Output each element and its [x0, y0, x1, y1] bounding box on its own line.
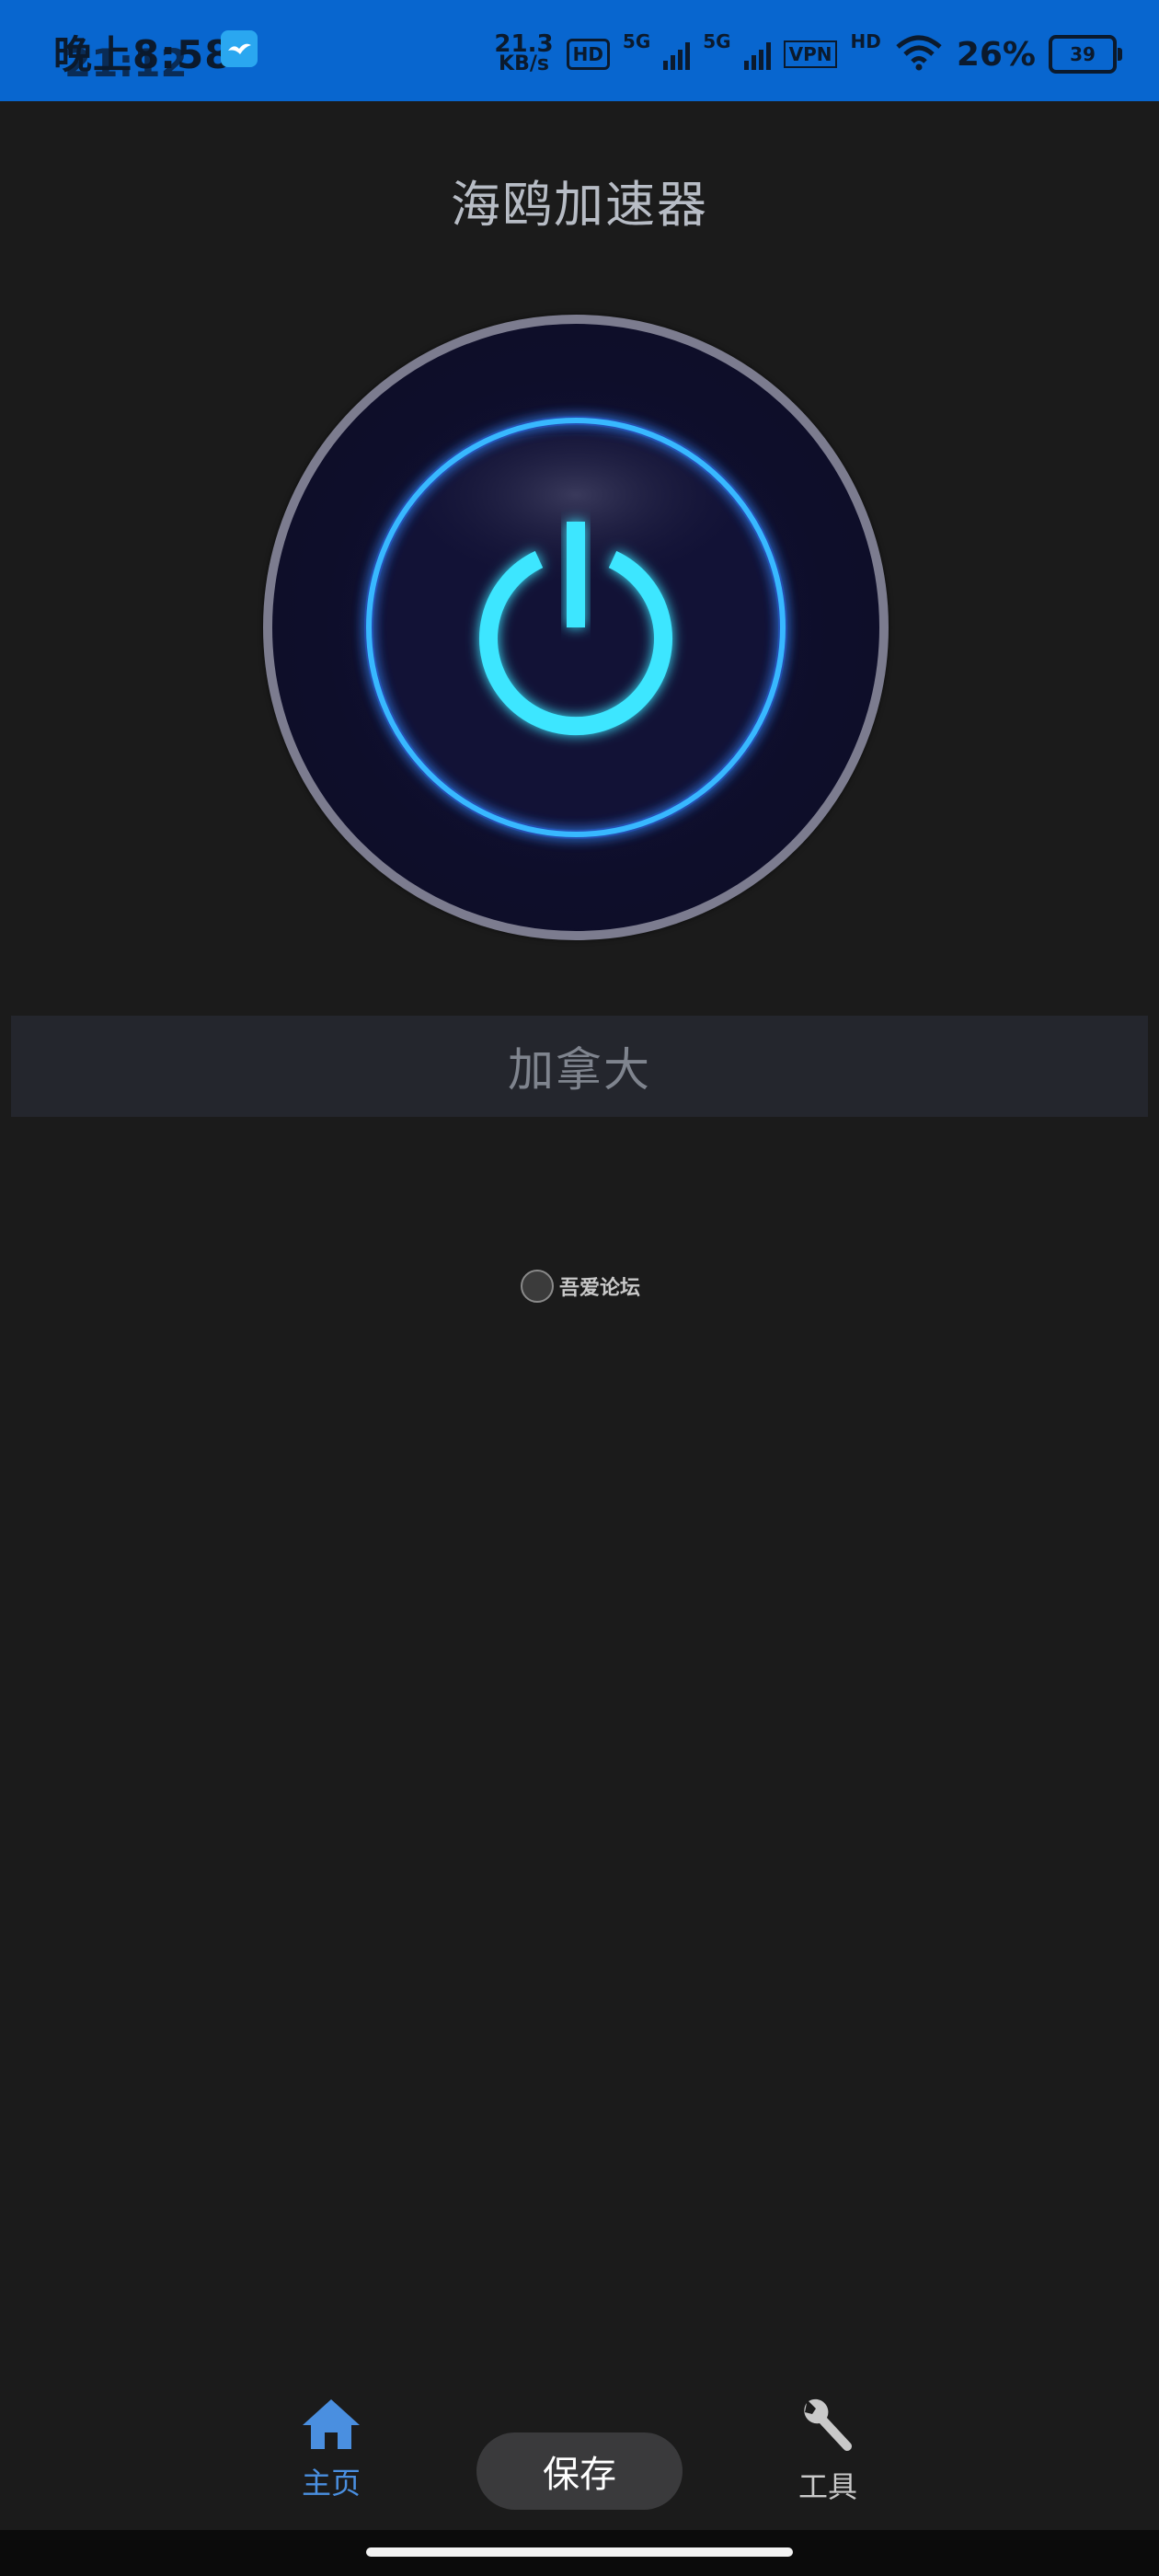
save-button[interactable]: 保存 — [476, 2432, 683, 2510]
seagull-notification-icon — [221, 30, 258, 67]
nav-tools[interactable]: 工具 — [754, 2398, 901, 2504]
nav-tools-label: 工具 — [798, 2469, 857, 2504]
battery-percent: 26% — [956, 35, 1036, 74]
watermark-text: 吾爱论坛 — [559, 1277, 641, 1300]
nav-home-label: 主页 — [301, 2466, 361, 2501]
hd-voice-icon: HD — [566, 39, 610, 70]
connect-power-button[interactable] — [263, 315, 889, 940]
home-indicator[interactable] — [366, 2547, 793, 2557]
region-selector[interactable]: 加拿大 — [11, 1016, 1148, 1117]
battery-icon: 39 — [1049, 35, 1122, 74]
forum-watermark: 吾爱论坛 — [521, 1266, 640, 1306]
wifi-hd-label: HD — [850, 30, 881, 52]
power-icon — [364, 416, 787, 839]
status-time-overlay: 21:12 — [64, 40, 188, 86]
sim2-network-label: 5G — [703, 30, 731, 52]
vpn-icon: VPN — [783, 40, 838, 68]
signal-bars-icon — [743, 39, 771, 70]
status-icons: 21.3 KB/s HD 5G 5G VPN HD 26% 39 — [494, 22, 1122, 86]
network-speed-value: 21.3 — [494, 30, 554, 58]
app-screen: 晚上8:58 21:12 21.3 KB/s HD 5G 5G VPN HD 2… — [0, 0, 1159, 2576]
bottom-navigation: 主页 保存 工具 — [0, 2374, 1159, 2530]
wrench-icon — [796, 2398, 860, 2458]
wifi-icon — [894, 34, 944, 75]
status-bar: 晚上8:58 21:12 21.3 KB/s HD 5G 5G VPN HD 2… — [0, 0, 1159, 101]
network-speed: 21.3 KB/s — [494, 30, 554, 75]
network-speed-unit: KB/s — [499, 52, 549, 75]
nav-home[interactable]: 主页 — [258, 2398, 405, 2501]
sim1-network-label: 5G — [622, 30, 651, 52]
region-selected-label: 加拿大 — [508, 1043, 651, 1097]
home-icon — [301, 2398, 361, 2455]
battery-level: 39 — [1070, 43, 1096, 65]
signal-bars-icon — [663, 39, 691, 70]
forum-logo-icon — [521, 1270, 554, 1303]
page-title: 海鸥加速器 — [451, 176, 708, 234]
